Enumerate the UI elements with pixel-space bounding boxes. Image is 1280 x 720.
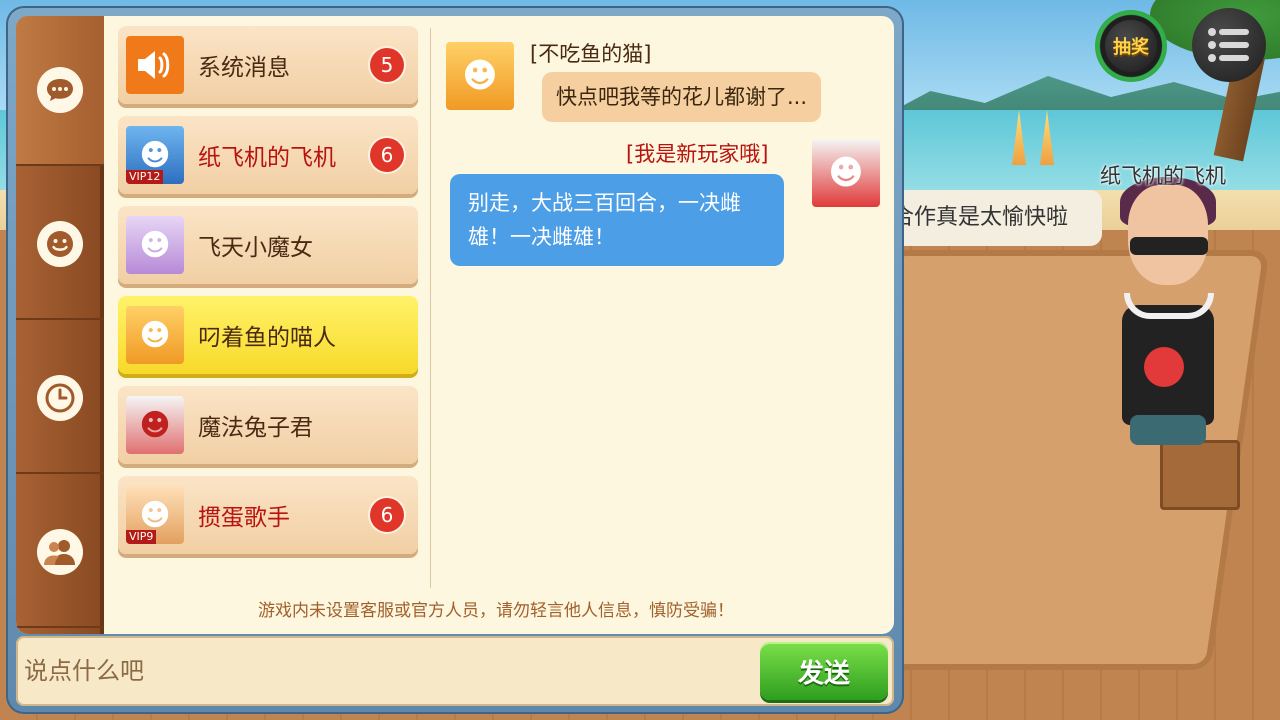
message-sender: [我是新玩家哦] <box>626 142 769 166</box>
tab-history[interactable] <box>16 324 104 474</box>
contact-list: 系统消息 5 ☻ VIP12 纸飞机的飞机 6 ☻ 飞天小魔女 ☻ 叼着鱼的喵人 <box>118 26 418 566</box>
menu-list-icon <box>1208 28 1249 62</box>
category-tab-rail <box>16 16 104 634</box>
contact-name: 系统消息 <box>198 55 290 81</box>
contact-name: 魔法兔子君 <box>198 415 313 441</box>
contact-item-system-messages[interactable]: 系统消息 5 <box>118 26 418 104</box>
chat-bubble-icon <box>37 67 83 113</box>
avatar: ☻ VIP9 <box>126 486 184 544</box>
avatar-face-icon: ☻ <box>139 497 171 533</box>
contact-item[interactable]: ☻ VIP9 掼蛋歌手 6 <box>118 476 418 554</box>
tab-emoji[interactable] <box>16 170 104 320</box>
contact-item[interactable]: ☻ VIP12 纸飞机的飞机 6 <box>118 116 418 194</box>
sender-avatar: ☻ <box>812 139 880 207</box>
unread-badge: 5 <box>370 48 404 82</box>
unread-badge: 6 <box>370 498 404 532</box>
avatar: ☻ <box>126 396 184 454</box>
avatar: ☻ <box>126 306 184 364</box>
avatar-face-icon: ☻ <box>139 317 171 353</box>
contact-item[interactable]: ☻ 飞天小魔女 <box>118 206 418 284</box>
chat-input-bar: 发送 <box>16 636 894 706</box>
contact-name: 纸飞机的飞机 <box>198 145 336 171</box>
vip-tag: VIP12 <box>126 170 164 184</box>
contact-item-selected[interactable]: ☻ 叼着鱼的喵人 <box>118 296 418 374</box>
avatar: ☻ <box>126 216 184 274</box>
avatar-face-icon: ☻ <box>828 153 864 193</box>
lottery-label: 抽奖 <box>1105 20 1157 72</box>
player-name-label: 纸飞机的飞机 <box>1100 164 1226 188</box>
divider <box>430 28 431 588</box>
player-character[interactable] <box>1110 177 1240 455</box>
message-area: ☻ [不吃鱼的猫] 快点吧我等的花儿都谢了... ☻ [我是新玩家哦] 别走，大… <box>436 16 886 576</box>
avatar-face-icon: ☻ <box>462 56 498 96</box>
contact-name: 飞天小魔女 <box>198 235 313 261</box>
message-bubble: 快点吧我等的花儿都谢了... <box>542 72 822 122</box>
player-speech-bubble: 合作真是太愉快啦 <box>880 190 1102 246</box>
menu-button[interactable] <box>1192 8 1266 82</box>
contact-name: 叼着鱼的喵人 <box>198 325 336 351</box>
sender-avatar: ☻ <box>446 42 514 110</box>
smiley-icon <box>37 221 83 267</box>
send-button[interactable]: 发送 <box>760 642 888 700</box>
tab-chat[interactable] <box>16 16 104 166</box>
unread-badge: 6 <box>370 138 404 172</box>
avatar-face-icon: ☻ <box>139 407 171 443</box>
avatar: ☻ VIP12 <box>126 126 184 184</box>
speaker-icon <box>126 36 184 94</box>
tab-friends[interactable] <box>16 478 104 628</box>
avatar-face-icon: ☻ <box>139 137 171 173</box>
message-sender: [不吃鱼的猫] <box>530 42 652 66</box>
contact-name: 掼蛋歌手 <box>198 505 290 531</box>
avatar-face-icon: ☻ <box>139 227 171 263</box>
friends-icon <box>37 529 83 575</box>
contact-item[interactable]: ☻ 魔法兔子君 <box>118 386 418 464</box>
chat-panel-body: 系统消息 5 ☻ VIP12 纸飞机的飞机 6 ☻ 飞天小魔女 ☻ 叼着鱼的喵人 <box>16 16 894 634</box>
safety-notice: 游戏内未设置客服或官方人员，请勿轻言他人信息，慎防受骗！ <box>258 601 734 621</box>
chat-input[interactable] <box>24 644 754 698</box>
clock-icon <box>37 375 83 421</box>
vip-tag: VIP9 <box>126 530 157 544</box>
lottery-button[interactable]: 抽奖 <box>1095 10 1167 82</box>
message-bubble: 别走，大战三百回合，一决雌雄！一决雌雄！ <box>450 174 784 266</box>
